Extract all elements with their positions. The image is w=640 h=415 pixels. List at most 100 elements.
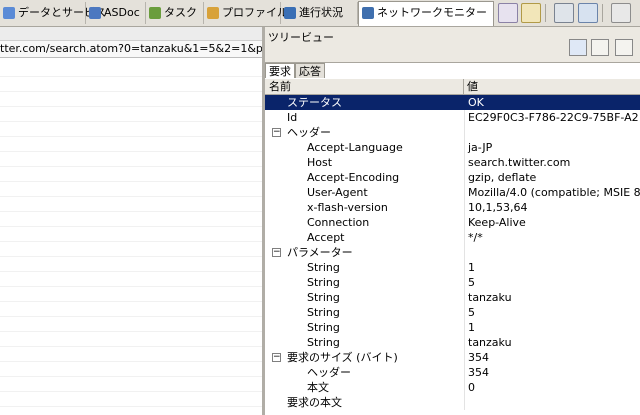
tab-label: ASDoc [104,6,140,19]
tree-row[interactable]: − パラメーター [265,245,640,260]
row-name: パラメーター [287,246,353,259]
row-value: Keep-Alive [464,215,640,230]
tab-asdoc[interactable]: ASDoc [86,2,146,24]
tab-request[interactable]: 要求 [265,63,295,78]
task-icon [149,7,161,19]
tab-network-monitor[interactable]: ネットワークモニター ✕ [358,1,506,26]
tab-tasks[interactable]: タスク [146,2,204,24]
tree-row[interactable]: x-flash-version 10,1,53,64 [265,200,640,215]
tree-row[interactable]: − ヘッダー [265,125,640,140]
tree-row[interactable]: Connection Keep-Alive [265,215,640,230]
tree-row[interactable]: Accept-Encoding gzip, deflate [265,170,640,185]
stop-monitor-icon[interactable] [498,3,518,23]
row-value [464,125,640,140]
row-name: ステータス [287,96,342,109]
row-name: 要求の本文 [287,396,342,409]
toolbar-separator [545,4,546,22]
property-tree: 名前 値 ステータス OK Id EC29F0C3-F786-22C9-75BF… [265,79,640,410]
clear-icon[interactable] [554,3,574,23]
list-header [0,27,262,41]
row-value: 5 [464,305,640,320]
tree-view-header: ツリービュー [265,27,640,63]
row-value: 1 [464,320,640,335]
row-name: String [307,291,340,304]
view-menu-icon[interactable] [611,3,631,23]
collapse-toggle-icon[interactable]: − [272,353,281,362]
row-name: 本文 [307,381,329,394]
tree-row[interactable]: 要求の本文 [265,395,640,410]
tab-progress[interactable]: 進行状況 [281,2,358,24]
list-view-icon[interactable] [591,39,609,56]
row-name: ヘッダー [287,126,331,139]
tree-row[interactable]: ヘッダー 354 [265,365,640,380]
row-value: ja-JP [464,140,640,155]
doc-icon [89,7,101,19]
row-value: Mozilla/4.0 (compatible; MSIE 8.0; [464,185,640,200]
row-name: String [307,336,340,349]
row-name: User-Agent [307,186,368,199]
tree-row[interactable]: String 1 [265,260,640,275]
tree-row[interactable]: String tanzaku [265,335,640,350]
tree-row[interactable]: Accept */* [265,230,640,245]
row-name: String [307,261,340,274]
row-value: search.twitter.com [464,155,640,170]
tree-row[interactable]: String 1 [265,320,640,335]
save-icon[interactable] [578,3,598,23]
row-value: tanzaku [464,335,640,350]
row-value [464,245,640,260]
row-name: String [307,306,340,319]
column-value-header[interactable]: 値 [463,79,640,94]
database-icon [3,7,15,19]
collapse-toggle-icon[interactable]: − [272,248,281,257]
tree-view-icon[interactable] [569,39,587,56]
pane-title: ツリービュー [268,31,334,44]
raw-view-icon[interactable] [615,39,633,56]
view-tab-bar: データとサービス ASDoc タスク プロファイル 進行状況 ネットワークモニタ… [0,0,640,27]
row-value: tanzaku [464,290,640,305]
tree-row[interactable]: User-Agent Mozilla/4.0 (compatible; MSIE… [265,185,640,200]
row-name: Connection [307,216,370,229]
tab-data-services[interactable]: データとサービス [0,2,106,24]
collapse-toggle-icon[interactable]: − [272,128,281,137]
request-list-body [0,62,262,415]
suspend-icon[interactable] [521,3,541,23]
row-name: x-flash-version [307,201,388,214]
row-name: 要求のサイズ (バイト) [287,351,398,364]
row-name: Accept-Language [307,141,403,154]
tree-row[interactable]: ステータス OK [265,95,640,110]
row-value: */* [464,230,640,245]
tree-row[interactable]: Id EC29F0C3-F786-22C9-75BF-A2 [265,110,640,125]
column-name-header[interactable]: 名前 [269,79,291,94]
network-monitor-icon [362,7,374,19]
tree-row[interactable]: − 要求のサイズ (バイト) 354 [265,350,640,365]
tree-row[interactable]: Accept-Language ja-JP [265,140,640,155]
profile-icon [207,7,219,19]
column-header: 名前 値 [265,79,640,95]
tree-row[interactable]: Host search.twitter.com [265,155,640,170]
row-value: 0 [464,380,640,395]
request-list-pane: tter.com/search.atom?0=tanzaku&1=5&2=1&p… [0,27,262,415]
row-value: 5 [464,275,640,290]
tab-label: 進行状況 [299,6,343,19]
row-value: 354 [464,365,640,380]
row-value [464,395,640,410]
tree-view-pane: ツリービュー 要求 応答 名前 値 ステータス OK Id EC29F0C3-F… [265,27,640,415]
tab-label: ネットワークモニター [377,6,487,19]
row-name: Host [307,156,333,169]
progress-icon [284,7,296,19]
tree-row[interactable]: String 5 [265,305,640,320]
row-value: 1 [464,260,640,275]
tree-row[interactable]: 本文 0 [265,380,640,395]
tree-row[interactable]: String 5 [265,275,640,290]
tab-profile[interactable]: プロファイル [204,2,288,24]
tree-row[interactable]: String tanzaku [265,290,640,305]
request-url-row[interactable]: tter.com/search.atom?0=tanzaku&1=5&2=1&p… [0,41,262,58]
tab-response[interactable]: 応答 [295,63,325,78]
tab-label: タスク [164,6,197,19]
row-name: Id [287,111,298,124]
row-value: OK [464,95,640,110]
tab-label: プロファイル [222,6,288,19]
row-value: EC29F0C3-F786-22C9-75BF-A2 [464,110,640,125]
row-value: 10,1,53,64 [464,200,640,215]
row-name: Accept-Encoding [307,171,400,184]
